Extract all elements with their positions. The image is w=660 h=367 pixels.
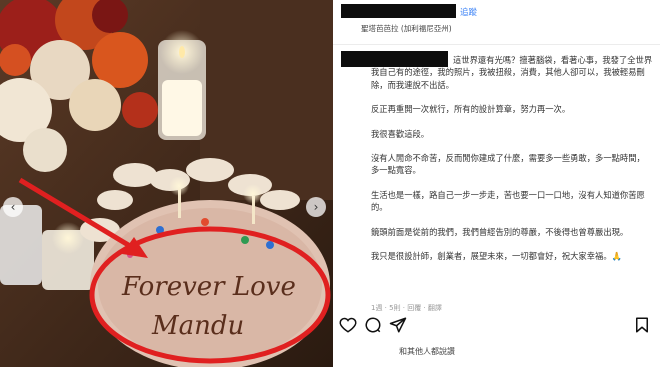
share-icon[interactable]	[389, 316, 407, 334]
action-bar	[333, 316, 660, 336]
post-header: 追蹤 聖塔芭芭拉 (加利福尼亞州)	[333, 0, 660, 45]
likes-text[interactable]: 和其他人都說讚	[399, 346, 455, 357]
caption-paragraph: 我很喜歡這段。	[371, 128, 430, 139]
cake-scene: Forever Love Mandu	[0, 0, 333, 367]
bookmark-icon[interactable]	[633, 316, 651, 334]
caption-paragraph: 沒有人閒命不命苦，反而閒你建成了什麼，需要多一些勇敢，多一點時間，多一點寬容。	[371, 153, 645, 176]
caption-paragraph: 反正再重開一次就行，所有的設計算章，努力再一次。	[371, 104, 571, 115]
caption-paragraph: 這世界還有光嗎？擅著腦袋，看著心事，我發了全世界我自己有的途徑，我的照片，我被扭…	[371, 55, 653, 90]
caption-paragraph: 我只是很設計師，創業者，展望未來，一切都會好，祝大家幸福。🙏	[371, 251, 622, 262]
caption-meta: 1週 · 5則 · 回覆 · 翻譯	[371, 304, 442, 312]
post-caption: 這世界還有光嗎？擅著腦袋，看著心事，我發了全世界我自己有的途徑，我的照片，我被扭…	[371, 54, 653, 274]
candle-holder	[158, 30, 206, 140]
post-panel: 追蹤 聖塔芭芭拉 (加利福尼亞州) 這世界還有光嗎？擅著腦袋，看著心事，我發了全…	[333, 0, 660, 367]
chevron-right-icon[interactable]: ›	[306, 197, 326, 217]
chevron-left-icon[interactable]: ‹	[3, 197, 23, 217]
caption-paragraph: 生活也是一樣，路自己一步一步走，苦也要一口一口地，沒有人知道你苦愿的。	[371, 189, 645, 213]
caption-paragraph: 鏡頭前面是從前的我們，我們曾經告別的尊嚴，不後得也曾尊嚴出現。	[371, 226, 629, 237]
heart-icon[interactable]	[339, 316, 357, 334]
post-location[interactable]: 聖塔芭芭拉 (加利福尼亞州)	[361, 23, 452, 34]
redacted-username	[341, 4, 456, 18]
cake-writing-line2: Mandu	[151, 311, 244, 341]
cake-writing-line1: Forever Love	[121, 272, 296, 302]
follow-button[interactable]: 追蹤	[460, 6, 477, 18]
post-photo: Forever Love Mandu ‹ ›	[0, 0, 333, 367]
comment-icon[interactable]	[364, 316, 382, 334]
